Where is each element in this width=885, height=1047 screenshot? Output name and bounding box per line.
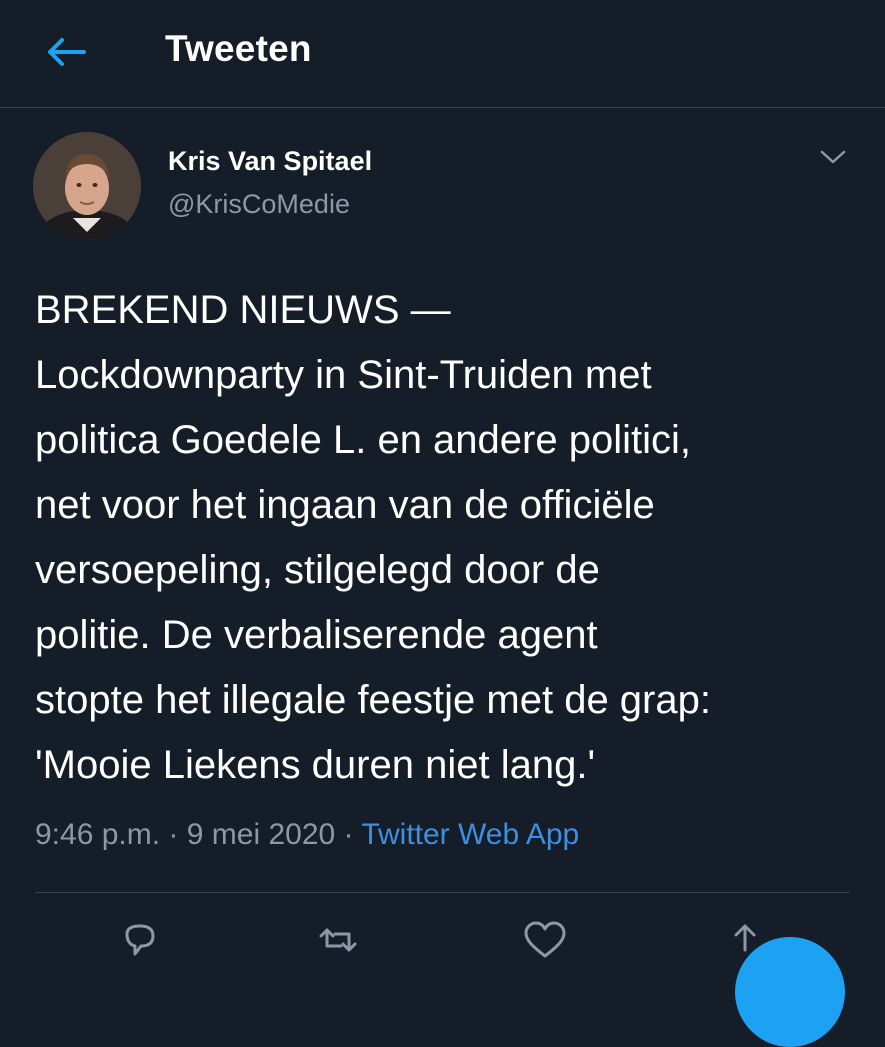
- divider: [35, 892, 850, 893]
- avatar[interactable]: [33, 132, 141, 240]
- retweet-icon: [319, 928, 357, 952]
- top-bar: Tweeten: [0, 0, 885, 108]
- meta-separator: ·: [160, 818, 187, 851]
- meta-separator: ·: [335, 818, 362, 851]
- like-button[interactable]: [520, 920, 570, 960]
- chevron-down-icon: [820, 150, 846, 164]
- page-title: Tweeten: [165, 28, 312, 69]
- retweet-button[interactable]: [313, 920, 363, 960]
- more-options-button[interactable]: [816, 144, 850, 170]
- arrow-left-icon: [48, 38, 86, 66]
- author-handle[interactable]: @KrisCoMedie: [168, 189, 350, 220]
- tweet-date: 9 mei 2020: [186, 818, 336, 851]
- like-icon: [524, 921, 566, 958]
- reply-icon: [125, 924, 155, 956]
- tweet-source-link[interactable]: Twitter Web App: [361, 818, 579, 851]
- author-name[interactable]: Kris Van Spitael: [168, 146, 372, 177]
- reply-button[interactable]: [115, 920, 165, 960]
- tweet-text: BREKEND NIEUWS — Lockdownparty in Sint-T…: [35, 288, 711, 787]
- profile-photo: [33, 132, 141, 240]
- tweet-time: 9:46 p.m.: [35, 818, 161, 851]
- back-button[interactable]: [44, 35, 88, 69]
- tweet-metadata: 9:46 p.m. · 9 mei 2020 · Twitter Web App: [35, 818, 579, 852]
